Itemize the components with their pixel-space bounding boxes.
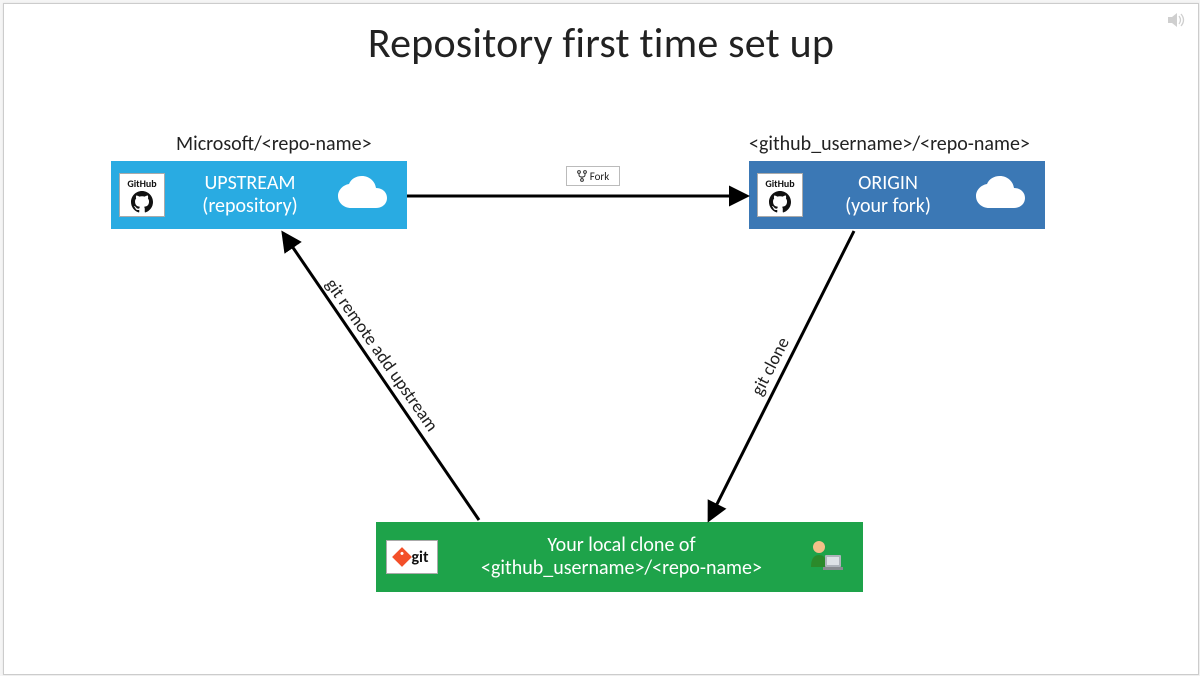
fork-button-label: Fork — [590, 170, 610, 183]
github-icon: GitHub — [757, 173, 803, 217]
git-icon: git — [386, 540, 438, 574]
cloud-icon — [973, 174, 1035, 217]
upstream-box-text: UPSTREAM (repository) — [165, 172, 335, 218]
upstream-title: UPSTREAM — [204, 171, 295, 195]
github-badge-label: GitHub — [765, 177, 794, 190]
slide: Repository first time set up Microsoft/<… — [3, 3, 1199, 675]
origin-subtitle: (your fork) — [845, 194, 931, 218]
user-computer-icon — [805, 537, 845, 577]
local-line2: <github_username>/<repo-name> — [481, 556, 762, 580]
local-clone-box: git Your local clone of <github_username… — [376, 522, 863, 592]
github-icon: GitHub — [119, 173, 165, 217]
slide-title: Repository first time set up — [4, 18, 1198, 69]
fork-icon — [577, 170, 587, 182]
origin-path-label: <github_username>/<repo-name> — [749, 132, 1030, 156]
label-clone: git clone — [746, 333, 794, 399]
fork-button[interactable]: Fork — [566, 166, 620, 186]
github-badge-label: GitHub — [127, 177, 156, 190]
cloud-icon — [335, 174, 397, 217]
origin-title: ORIGIN — [858, 171, 918, 195]
arrow-clone — [709, 231, 854, 520]
origin-repo-box: GitHub ORIGIN (your fork) — [749, 161, 1045, 229]
label-remote-add: git remote add upstream — [321, 274, 443, 435]
upstream-path-label: Microsoft/<repo-name> — [176, 132, 372, 156]
arrow-remote-add — [283, 233, 479, 520]
upstream-subtitle: (repository) — [202, 194, 297, 218]
git-badge-label: git — [411, 548, 428, 567]
upstream-repo-box: GitHub UPSTREAM (repository) — [111, 161, 407, 229]
local-line1: Your local clone of — [547, 533, 695, 557]
local-box-text: Your local clone of <github_username>/<r… — [438, 534, 805, 580]
origin-box-text: ORIGIN (your fork) — [803, 172, 973, 218]
